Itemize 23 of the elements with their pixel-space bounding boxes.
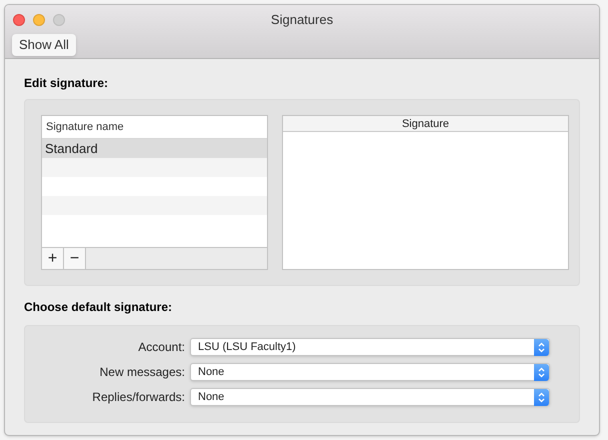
field-label: Account: xyxy=(137,339,185,356)
field-label: Replies/forwards: xyxy=(91,389,185,406)
zoom-button[interactable] xyxy=(53,14,65,26)
dropdown[interactable]: None xyxy=(190,388,550,406)
dropdown[interactable]: None xyxy=(190,363,550,381)
chevron-icon xyxy=(534,364,549,380)
show-all-button[interactable]: Show All xyxy=(12,34,76,56)
list-item[interactable]: Standard xyxy=(42,139,267,158)
dropdown-value: LSU (LSU Faculty1) xyxy=(197,340,297,355)
window-title: Signatures xyxy=(270,11,334,30)
column-header: Signature xyxy=(283,116,568,132)
section-heading: Choose default signature: xyxy=(24,299,174,316)
close-button[interactable] xyxy=(13,14,25,26)
chevron-icon xyxy=(534,338,549,356)
section-heading: Edit signature: xyxy=(24,75,110,92)
add-button[interactable]: + xyxy=(42,248,64,269)
dropdown-value: None xyxy=(197,390,226,405)
field-label: New messages: xyxy=(98,364,185,381)
minimize-button[interactable] xyxy=(33,14,45,26)
dropdown-value: None xyxy=(197,364,226,380)
dropdown[interactable]: LSU (LSU Faculty1) xyxy=(190,338,550,356)
remove-button[interactable]: − xyxy=(64,248,86,269)
chevron-icon xyxy=(534,388,549,406)
